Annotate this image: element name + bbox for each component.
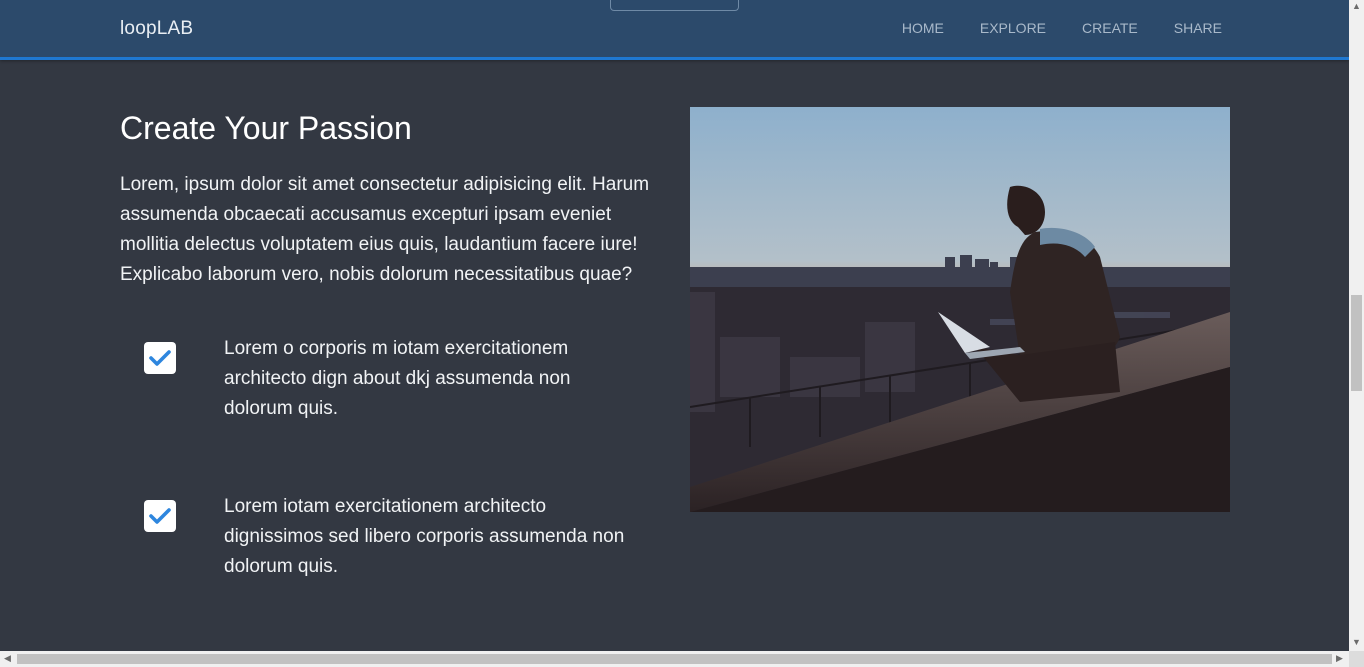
nav-link-share[interactable]: SHARE [1174,20,1222,36]
scroll-up-arrow-icon[interactable]: ▲ [1352,2,1361,11]
scrollbar-corner [1349,651,1364,667]
top-tab-outline [610,0,739,11]
nav-link-explore[interactable]: EXPLORE [980,20,1046,36]
feature-text: Lorem iotam exercitationem architecto di… [224,496,625,577]
hero-photo [690,107,1230,512]
check-icon [144,500,176,532]
nav-link-create[interactable]: CREATE [1082,20,1138,36]
scroll-down-arrow-icon[interactable]: ▼ [1352,638,1361,647]
section-intro: Lorem, ipsum dolor sit amet consectetur … [120,174,650,285]
nav-link-home[interactable]: HOME [902,20,944,36]
horizontal-scroll-thumb[interactable] [17,654,1332,664]
brand-logo[interactable]: loopLAB [120,18,193,40]
scroll-left-arrow-icon[interactable]: ◀ [4,654,11,663]
navbar: loopLAB HOME EXPLORE CREATE SHARE [0,0,1349,60]
vertical-scroll-thumb[interactable] [1351,295,1362,391]
nav-links: HOME EXPLORE CREATE SHARE [866,20,1222,36]
vertical-scrollbar[interactable]: ▲ ▼ [1349,0,1364,651]
check-icon [144,342,176,374]
feature-text: Lorem o corporis m iotam exercitationem … [224,338,571,419]
horizontal-scrollbar[interactable]: ◀ ▶ [0,651,1349,667]
scroll-right-arrow-icon[interactable]: ▶ [1336,654,1343,663]
section-title: Create Your Passion [120,110,412,146]
